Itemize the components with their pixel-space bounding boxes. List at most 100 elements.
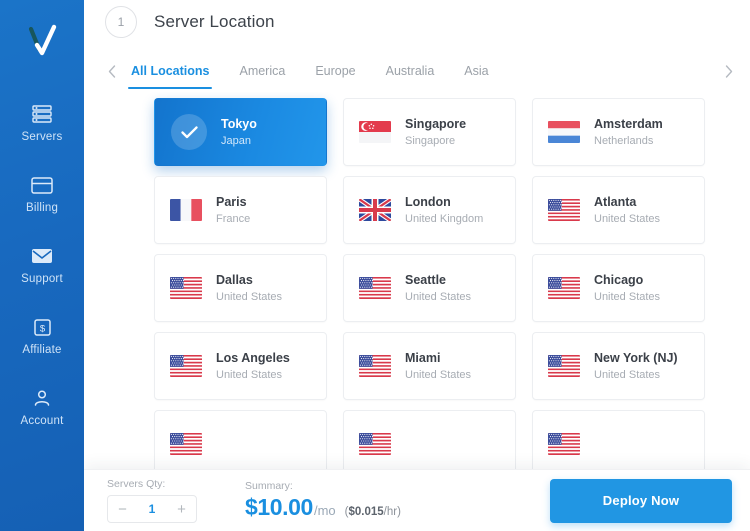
location-card-text: Singapore Singapore [405, 117, 466, 147]
location-city: Paris [216, 195, 247, 209]
tab-america[interactable]: America [231, 57, 293, 85]
location-card-text: Seattle United States [405, 273, 471, 303]
location-country: United States [594, 213, 661, 225]
location-city: Singapore [405, 117, 467, 131]
location-card-text: Chicago United States [594, 273, 660, 303]
svg-text:$: $ [39, 323, 45, 334]
location-city: Tokyo [221, 117, 257, 131]
location-country: United States [405, 369, 472, 381]
location-card-text: Los Angeles United States [216, 351, 290, 381]
flag-gb-icon [359, 199, 391, 221]
location-card-text: Tokyo Japan [221, 117, 257, 147]
location-city: New York (NJ) [594, 351, 678, 365]
flag-us-icon [170, 433, 202, 455]
envelope-icon [31, 246, 53, 266]
location-country: United States [594, 369, 661, 381]
sidebar-item-affiliate[interactable]: $ Affiliate [0, 301, 84, 372]
sidebar-item-servers[interactable]: Servers [0, 88, 84, 159]
sidebar-item-account[interactable]: Account [0, 372, 84, 443]
price-hourly: ($0.015/hr) [345, 506, 401, 518]
chevron-left-icon[interactable] [101, 58, 123, 84]
check-icon [171, 114, 207, 150]
summary-label: Summary: [245, 480, 293, 492]
person-icon [31, 388, 53, 408]
location-country: United Kingdom [405, 213, 484, 225]
locations-grid: Tokyo Japan Singapore Singapore Amsterdam Net… [154, 98, 720, 478]
main-content: 1 Server Location All Locations America … [84, 0, 750, 531]
location-country: United States [594, 291, 661, 303]
location-city: Los Angeles [216, 351, 290, 365]
brand-logo-icon[interactable] [18, 16, 66, 64]
location-card-text: Amsterdam Netherlands [594, 117, 663, 147]
sidebar-item-label: Billing [25, 202, 59, 214]
location-city: Miami [405, 351, 441, 365]
location-card[interactable] [532, 410, 705, 478]
location-card-text: Paris France [216, 195, 250, 225]
sidebar-item-label: Account [20, 415, 64, 427]
location-country: United States [216, 369, 283, 381]
tab-asia[interactable]: Asia [456, 57, 496, 85]
sidebar: Servers Billing Support $ Affiliate Acco… [0, 0, 84, 531]
location-card[interactable]: Atlanta United States [532, 176, 705, 244]
tab-europe[interactable]: Europe [307, 57, 363, 85]
quantity-stepper[interactable]: − 1 + [107, 495, 197, 523]
sidebar-item-label: Support [21, 273, 63, 285]
locations-scroll-area[interactable]: Tokyo Japan Singapore Singapore Amsterdam Net… [84, 92, 750, 531]
credit-card-icon [31, 175, 53, 195]
price-hourly-amount: $0.015 [348, 506, 384, 518]
location-city: Seattle [405, 273, 446, 287]
sidebar-item-billing[interactable]: Billing [0, 159, 84, 230]
location-card-text: New York (NJ) United States [594, 351, 678, 381]
servers-qty-label: Servers Qty: [107, 478, 166, 490]
location-card[interactable]: Seattle United States [343, 254, 516, 322]
location-card[interactable]: London United Kingdom [343, 176, 516, 244]
price-hourly-suffix: /hr) [383, 506, 401, 518]
location-city: Dallas [216, 273, 253, 287]
tab-australia[interactable]: Australia [378, 57, 443, 85]
price-row: $10.00 /mo ($0.015/hr) [245, 494, 401, 521]
increment-button[interactable]: + [167, 496, 196, 522]
location-city: Atlanta [594, 195, 637, 209]
page-header: 1 Server Location [84, 0, 750, 40]
flag-sg-icon [359, 121, 391, 143]
location-card[interactable]: Singapore Singapore [343, 98, 516, 166]
sidebar-item-label: Servers [21, 131, 63, 143]
location-card[interactable]: Tokyo Japan [154, 98, 327, 166]
flag-us-icon [548, 277, 580, 299]
deploy-now-button[interactable]: Deploy Now [550, 478, 732, 523]
flag-fr-icon [170, 199, 202, 221]
chevron-right-icon[interactable] [718, 58, 740, 84]
flag-us-icon [359, 277, 391, 299]
location-card-text: Miami United States [405, 351, 471, 381]
flag-us-icon [548, 199, 580, 221]
sidebar-item-label: Affiliate [22, 344, 62, 356]
location-card[interactable]: Dallas United States [154, 254, 327, 322]
price-monthly-suffix: /mo [313, 503, 336, 518]
location-card[interactable] [343, 410, 516, 478]
location-card[interactable]: Amsterdam Netherlands [532, 98, 705, 166]
flag-us-icon [359, 433, 391, 455]
sidebar-item-support[interactable]: Support [0, 230, 84, 301]
location-card[interactable]: Paris France [154, 176, 327, 244]
location-card-text: Atlanta United States [594, 195, 660, 225]
decrement-button[interactable]: − [108, 496, 137, 522]
location-card-text: Dallas United States [216, 273, 282, 303]
location-city: London [405, 195, 451, 209]
quantity-value: 1 [148, 502, 156, 516]
app-root: Servers Billing Support $ Affiliate Acco… [0, 0, 750, 531]
flag-us-icon [359, 355, 391, 377]
servers-qty-block: Servers Qty: − 1 + [107, 478, 197, 523]
location-country: Singapore [405, 135, 456, 147]
location-card[interactable] [154, 410, 327, 478]
location-card[interactable]: Chicago United States [532, 254, 705, 322]
dollar-box-icon: $ [31, 317, 53, 337]
servers-icon [31, 104, 53, 124]
location-card[interactable]: Miami United States [343, 332, 516, 400]
page-title: Server Location [154, 12, 275, 31]
flag-us-icon [548, 355, 580, 377]
location-card[interactable]: New York (NJ) United States [532, 332, 705, 400]
location-card[interactable]: Los Angeles United States [154, 332, 327, 400]
flag-nl-icon [548, 121, 580, 143]
tab-all-locations[interactable]: All Locations [123, 57, 217, 89]
location-country: Netherlands [594, 135, 654, 147]
